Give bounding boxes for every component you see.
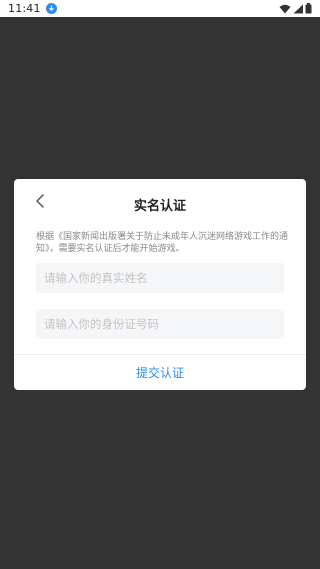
notice-text: 根据《国家新闻出版署关于防止未成年人沉迷网络游戏工作的通知》，需要实名认证后才能…: [36, 232, 289, 254]
wifi-icon: [279, 0, 291, 18]
battery-icon: [305, 0, 312, 18]
real-name-input[interactable]: [36, 263, 284, 293]
id-number-input[interactable]: [36, 309, 284, 339]
download-arrow-icon: [45, 3, 57, 14]
status-bar: 11:41: [0, 0, 320, 17]
real-name-auth-dialog: 实名认证 根据《国家新闻出版署关于防止未成年人沉迷网络游戏工作的通知》，需要实名…: [14, 179, 306, 390]
cellular-signal-icon: [293, 0, 303, 18]
submit-button[interactable]: 提交认证: [14, 355, 306, 390]
status-icons: [279, 0, 312, 18]
dialog-title: 实名认证: [133, 199, 186, 214]
status-time: 11:41: [8, 2, 41, 15]
